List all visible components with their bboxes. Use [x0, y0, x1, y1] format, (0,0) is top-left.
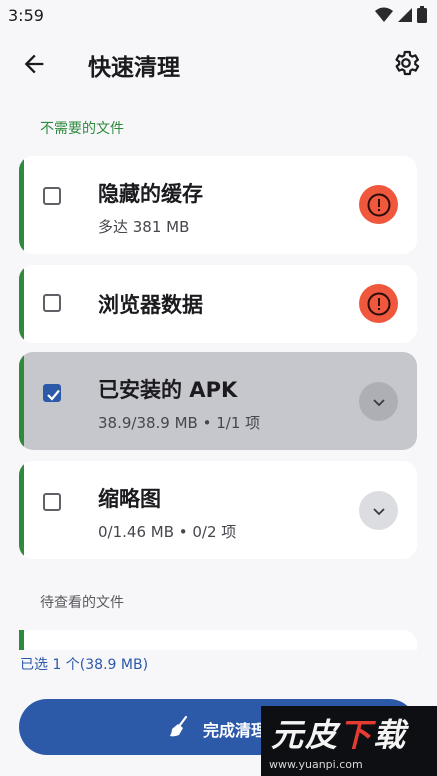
expand-button[interactable]: [359, 491, 398, 530]
item-title: 缩略图: [98, 487, 161, 511]
status-time: 3:59: [8, 6, 44, 25]
item-subtitle: 多达 381 MB: [98, 218, 190, 236]
list-item-thumbnails[interactable]: 缩略图 0/1.46 MB • 0/2 项: [19, 461, 417, 559]
checkbox[interactable]: [43, 493, 61, 511]
app-bar: 快速清理: [0, 36, 437, 92]
checkbox-checked[interactable]: [43, 384, 61, 402]
signal-icon: [397, 7, 413, 27]
selection-summary: 已选 1 个(38.9 MB): [20, 657, 149, 673]
section-label-unneeded: 不需要的文件: [40, 121, 124, 137]
wifi-icon: [375, 7, 393, 27]
check-icon: [47, 389, 60, 401]
warning-button[interactable]: [359, 284, 398, 323]
broom-icon: [167, 715, 191, 739]
checkbox[interactable]: [43, 294, 61, 312]
watermark-logo: 元皮下载 www.yuanpi.com: [261, 706, 437, 776]
item-title: 已安装的 APK: [98, 378, 238, 402]
status-bar: 3:59: [0, 0, 437, 30]
list-item-hidden-cache[interactable]: 隐藏的缓存 多达 381 MB: [19, 156, 417, 254]
section-label-review: 待查看的文件: [40, 595, 124, 611]
item-subtitle: 38.9/38.9 MB • 1/1 项: [98, 414, 261, 432]
watermark-url: www.yuanpi.com: [269, 758, 363, 771]
card-accent: [19, 156, 24, 254]
card-accent: [19, 630, 24, 650]
chevron-down-icon: [372, 398, 385, 406]
item-title: 隐藏的缓存: [98, 182, 203, 206]
item-subtitle: 0/1.46 MB • 0/2 项: [98, 523, 237, 541]
status-icons: [375, 6, 427, 27]
chevron-down-icon: [372, 507, 385, 515]
warning-button[interactable]: [359, 185, 398, 224]
expand-button[interactable]: [359, 382, 398, 421]
card-accent: [19, 265, 24, 343]
page-title: 快速清理: [88, 55, 180, 81]
warning-icon: [367, 193, 390, 216]
warning-icon: [367, 292, 390, 315]
checkbox[interactable]: [43, 187, 61, 205]
watermark-text: 元皮下载: [271, 716, 408, 754]
item-title: 浏览器数据: [98, 293, 203, 317]
gear-icon: [395, 50, 420, 76]
back-button[interactable]: [20, 50, 48, 78]
settings-button[interactable]: [391, 48, 421, 78]
card-accent: [19, 461, 24, 559]
card-accent: [19, 352, 24, 450]
arrow-left-icon: [24, 54, 44, 74]
list-item-partial[interactable]: [19, 630, 417, 650]
list-item-browser-data[interactable]: 浏览器数据: [19, 265, 417, 343]
finish-cleanup-label: 完成清理: [203, 721, 268, 740]
list-item-installed-apk[interactable]: 已安装的 APK 38.9/38.9 MB • 1/1 项: [19, 352, 417, 450]
battery-icon: [417, 6, 427, 27]
